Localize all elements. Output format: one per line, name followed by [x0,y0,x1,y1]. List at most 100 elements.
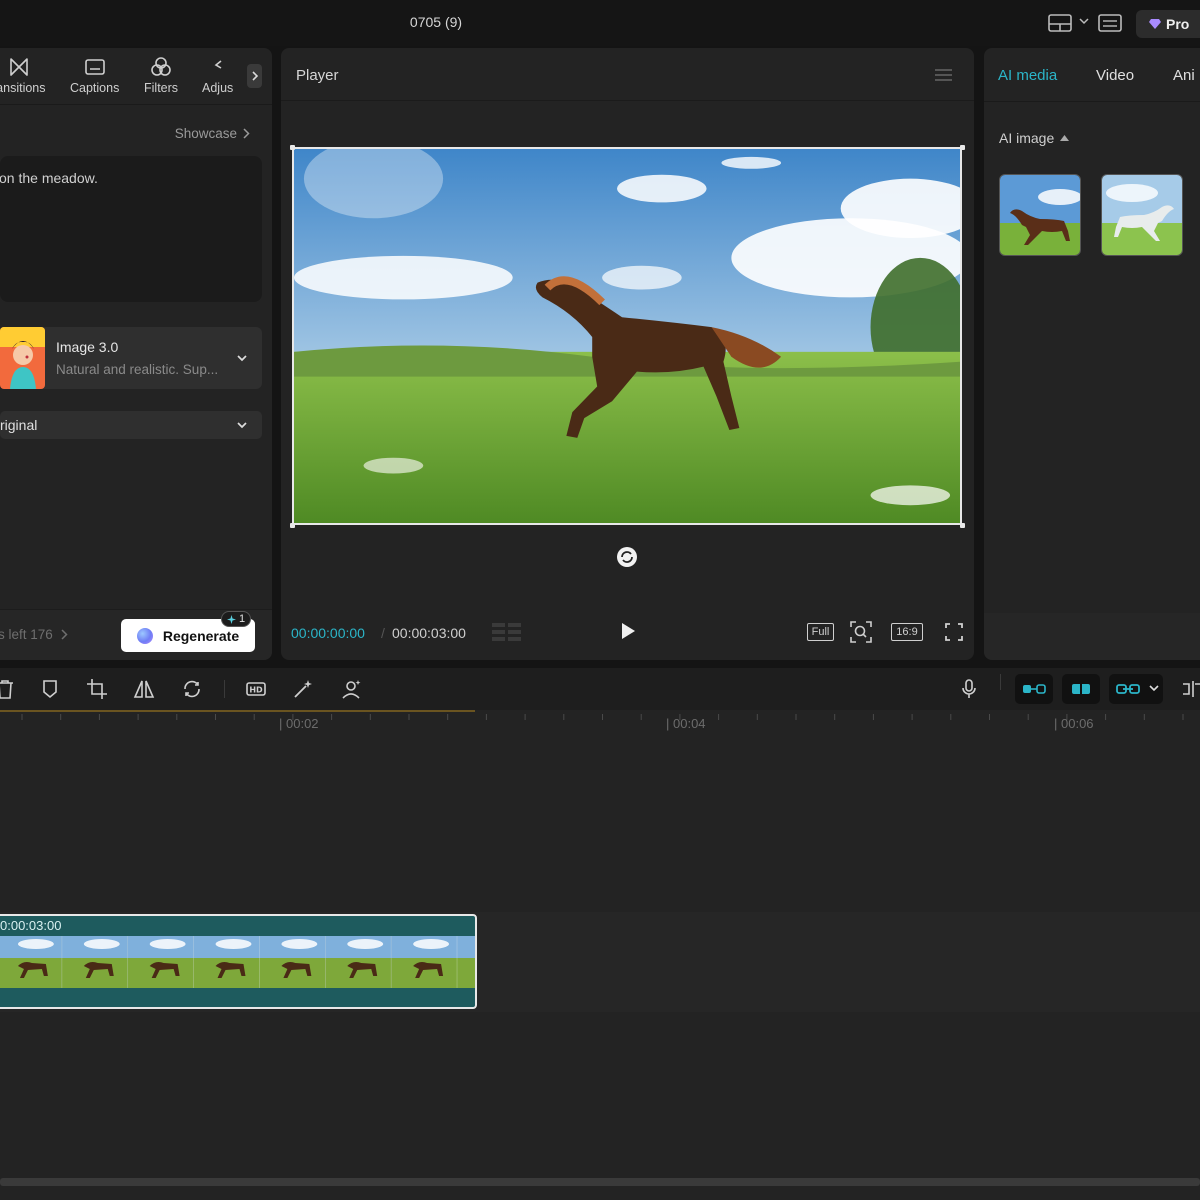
tool-transitions[interactable]: ransitions [0,56,46,95]
keyboard-icon[interactable] [1098,13,1122,33]
ruler-label: | 00:06 [1054,716,1094,731]
prompt-text: on the meadow. [0,170,98,186]
crop-handle[interactable] [290,145,295,150]
ruler-time: 00:06 [1061,716,1094,731]
ruler-time: 00:02 [286,716,319,731]
diamond-icon [1149,19,1161,29]
link-icon [1023,684,1046,694]
chevron-down-icon [237,355,247,362]
section-label: AI image [999,130,1055,146]
crop-handle[interactable] [960,523,965,528]
ratio-select[interactable]: riginal [0,411,262,439]
ratio-value: riginal [0,417,38,433]
rotate-icon[interactable] [616,546,638,568]
microphone-icon[interactable] [958,678,980,700]
ai-image-thumbnail[interactable] [1101,174,1183,256]
clip-frame [193,936,260,988]
tab-video[interactable]: Video [1096,67,1134,84]
showcase-label: Showcase [174,126,237,141]
chevron-right-icon [61,629,68,640]
clip-frame [0,936,62,988]
captions-icon [84,59,105,75]
ratio-label: 16:9 [896,626,918,638]
caret-up-icon [1060,135,1070,141]
tool-captions[interactable]: Captions [70,56,119,95]
crop-icon[interactable] [86,678,108,700]
project-title: 0705 (9) [409,14,463,30]
credits-text: s left 176 [0,627,53,642]
divider [224,680,225,698]
time-separator: / [381,625,385,641]
layout-icon[interactable] [1048,13,1072,33]
tab-animation[interactable]: Ani [1173,67,1195,84]
ruler-time: 00:04 [673,716,706,731]
chevron-down-icon [237,422,247,429]
credit-cost: 1 [239,613,246,625]
auto-snap-button[interactable] [1062,674,1100,704]
divider [984,101,1200,102]
ruler-label: | 00:02 [279,716,319,731]
ai-image-thumbnail[interactable] [999,174,1081,256]
regenerate-label: Regenerate [162,627,240,644]
aspect-ratio-button[interactable]: 16:9 [891,623,923,641]
time-ruler[interactable] [0,710,1200,734]
waveform-icon[interactable] [492,621,522,643]
horizontal-scrollbar[interactable] [0,1178,1200,1186]
crop-handle[interactable] [290,523,295,528]
magnet-snap-button[interactable] [1015,674,1053,704]
adjust-icon [214,60,222,69]
media-footer [984,613,1200,660]
zoom-fit-icon[interactable] [850,621,872,643]
rotate-icon[interactable] [181,678,203,700]
tool-filters[interactable]: Filters [144,56,178,95]
tool-adjust[interactable]: Adjus [202,56,233,95]
clip-thumbnails [0,936,475,988]
credits-link[interactable]: s left 176 [0,627,68,642]
clip-frame [61,936,128,988]
video-clip[interactable]: 0:00:03:00 [0,914,477,1009]
delete-icon[interactable] [0,678,16,700]
zoom-timeline-icon[interactable] [1181,678,1200,700]
svg-text:HD: HD [249,686,263,695]
current-time: 00:00:00:00 [291,625,365,641]
pro-label: Pro [1166,16,1190,32]
prompt-input[interactable]: on the meadow. [0,156,262,302]
generator-footer: s left 176 Regenerate 1 [0,609,272,660]
clip-frame [259,936,326,988]
chevron-down-icon[interactable] [1079,18,1089,26]
divider [0,104,272,105]
model-thumbnail [0,327,45,389]
clip-frame [390,936,458,988]
timeline[interactable]: | 00:02 | 00:04 | 00:06 0:00:03:00 [0,710,1200,1200]
toolbar-scroll-right[interactable] [247,64,262,88]
filters-icon [151,57,171,76]
crop-handle[interactable] [960,145,965,150]
play-icon[interactable] [620,622,636,640]
sparkle-icon [227,614,236,624]
horse-video-frame [294,149,960,523]
full-label: Full [811,626,830,638]
chevron-right-icon [251,71,258,81]
mirror-icon[interactable] [133,678,155,700]
full-quality-button[interactable]: Full [807,623,834,641]
media-panel: AI media Video Ani AI image [984,48,1200,660]
magic-wand-icon[interactable] [292,678,314,700]
hd-icon[interactable]: HD [245,678,267,700]
fullscreen-icon[interactable] [945,621,963,643]
transitions-icon [9,58,28,76]
tool-label: Filters [144,81,179,95]
marker-icon[interactable] [39,678,61,700]
tab-ai-media[interactable]: AI media [998,67,1057,84]
divider [1000,674,1001,690]
linkage-button[interactable] [1109,674,1163,704]
pro-button[interactable]: Pro [1136,10,1200,38]
chevron-down-icon [1149,685,1159,692]
model-selector[interactable]: Image 3.0 Natural and realistic. Sup... [0,327,262,389]
showcase-link[interactable]: Showcase [175,126,250,141]
person-ai-icon[interactable] [340,678,362,700]
menu-icon[interactable] [935,68,952,82]
tool-label: Captions [70,81,120,95]
ai-image-section-toggle[interactable]: AI image [999,130,1070,146]
total-time: 00:00:03:00 [392,625,466,641]
video-preview[interactable] [292,147,962,525]
